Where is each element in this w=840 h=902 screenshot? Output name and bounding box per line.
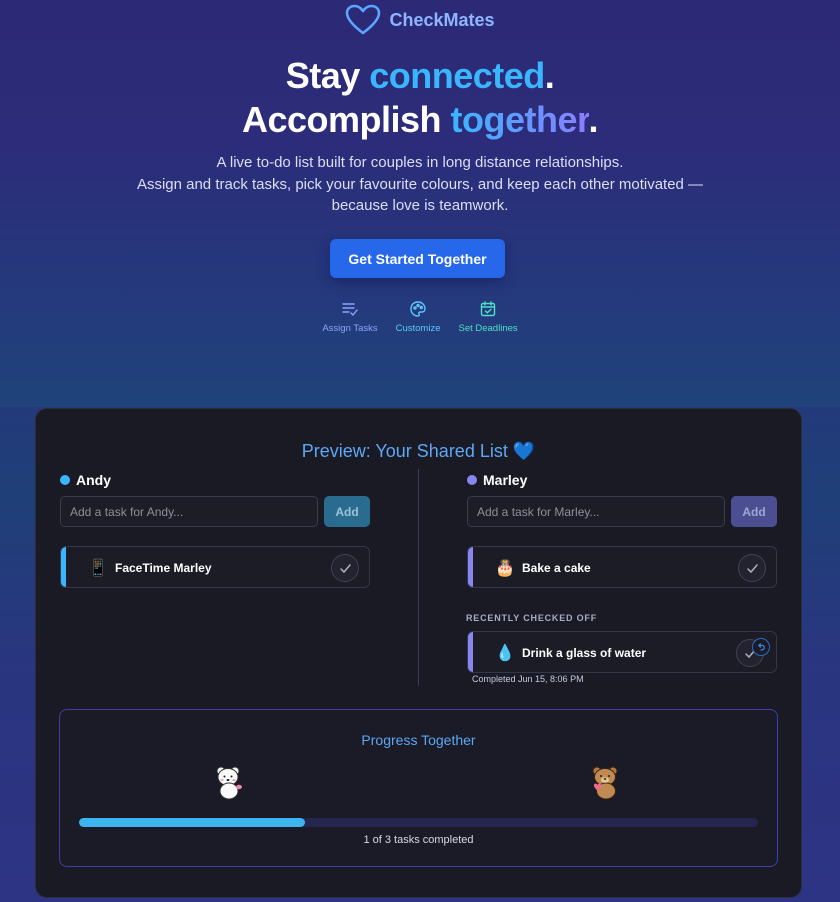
heart-logo-icon — [346, 4, 381, 35]
task-label: FaceTime Marley — [115, 561, 212, 575]
progress-count: 1 of 3 tasks completed — [363, 834, 474, 846]
recently-checked-label: RECENTLY CHECKED OFF — [466, 613, 598, 623]
preview-card: Preview: Your Shared List 💙 Andy Add 📱 F… — [35, 408, 802, 898]
marley-color-dot — [467, 475, 477, 485]
headline-accent: together — [450, 99, 590, 140]
undo-icon — [757, 643, 765, 651]
feature-label: Customize — [395, 323, 441, 334]
calendar-check-icon — [480, 301, 496, 317]
marley-task-input[interactable] — [467, 496, 725, 527]
task-color-bar — [468, 547, 473, 587]
water-drop-icon: 💧 — [495, 645, 515, 662]
completed-timestamp: Completed Jun 15, 8:06 PM — [472, 674, 584, 684]
headline-text: Accomplish — [241, 99, 451, 140]
preview-title-text: Preview: Your Shared List — [301, 441, 508, 461]
headline-punct: . — [544, 55, 555, 96]
white-bear-icon — [216, 766, 242, 800]
headline-text: Stay — [285, 55, 370, 96]
palette-icon — [410, 301, 426, 317]
hero-headline: Stay connected. Accomplish together. — [0, 54, 840, 142]
task-item: 📱 FaceTime Marley — [60, 546, 370, 588]
tagline-line: Assign and track tasks, pick your favour… — [136, 175, 704, 193]
checkmark-icon — [746, 563, 758, 573]
task-label: Drink a glass of water — [522, 646, 647, 660]
progress-title: Progress Together — [361, 732, 476, 748]
blue-heart-icon: 💙 — [512, 441, 536, 461]
phone-icon: 📱 — [88, 560, 108, 577]
andy-add-button[interactable]: Add — [324, 496, 370, 527]
andy-color-dot — [60, 475, 70, 485]
marley-add-button[interactable]: Add — [731, 496, 777, 527]
column-divider — [418, 469, 419, 686]
progress-panel: Progress Together 1 of 3 tasks completed — [59, 709, 778, 867]
person-andy: Andy — [60, 472, 111, 488]
person-name: Andy — [76, 472, 111, 488]
get-started-button[interactable]: Get Started Together — [330, 239, 505, 278]
task-item: 🎂 Bake a cake — [467, 546, 777, 588]
list-check-icon — [342, 303, 358, 317]
headline-punct: . — [588, 99, 599, 140]
undo-button[interactable] — [752, 638, 770, 656]
tagline-line: because love is teamwork. — [331, 197, 509, 214]
feature-list: Assign Tasks Customize Set Deadlines — [0, 300, 840, 334]
feature-label: Set Deadlines — [458, 323, 518, 334]
tagline-line: A live to-do list built for couples in l… — [216, 154, 624, 171]
headline-line-2: Accomplish together. — [241, 99, 599, 140]
check-off-button[interactable] — [738, 554, 766, 582]
feature-set-deadlines: Set Deadlines — [458, 300, 518, 334]
checked-task-item: 💧 Drink a glass of water — [467, 631, 777, 673]
cake-icon: 🎂 — [495, 560, 515, 577]
task-label: Bake a cake — [522, 561, 591, 575]
feature-label: Assign Tasks — [322, 323, 378, 334]
andy-task-input[interactable] — [60, 496, 318, 527]
task-color-bar — [468, 632, 473, 672]
brown-bear-icon — [592, 766, 618, 800]
hero-section: CheckMates Stay connected. Accomplish to… — [0, 0, 840, 407]
feature-customize: Customize — [395, 300, 441, 334]
preview-title: Preview: Your Shared List 💙 — [36, 441, 801, 462]
progress-fill — [79, 818, 306, 827]
brand-name: CheckMates — [389, 9, 495, 30]
headline-accent: connected — [369, 55, 545, 96]
task-color-bar — [61, 547, 66, 587]
progress-bar — [79, 818, 758, 827]
feature-assign-tasks: Assign Tasks — [322, 300, 378, 334]
person-marley: Marley — [467, 472, 527, 488]
headline-line-1: Stay connected. — [286, 55, 555, 96]
brand[interactable]: CheckMates — [0, 4, 840, 36]
person-name: Marley — [483, 472, 528, 488]
check-off-button[interactable] — [331, 554, 359, 582]
hero-tagline: A live to-do list built for couples in l… — [0, 152, 840, 217]
checkmark-icon — [339, 563, 351, 573]
